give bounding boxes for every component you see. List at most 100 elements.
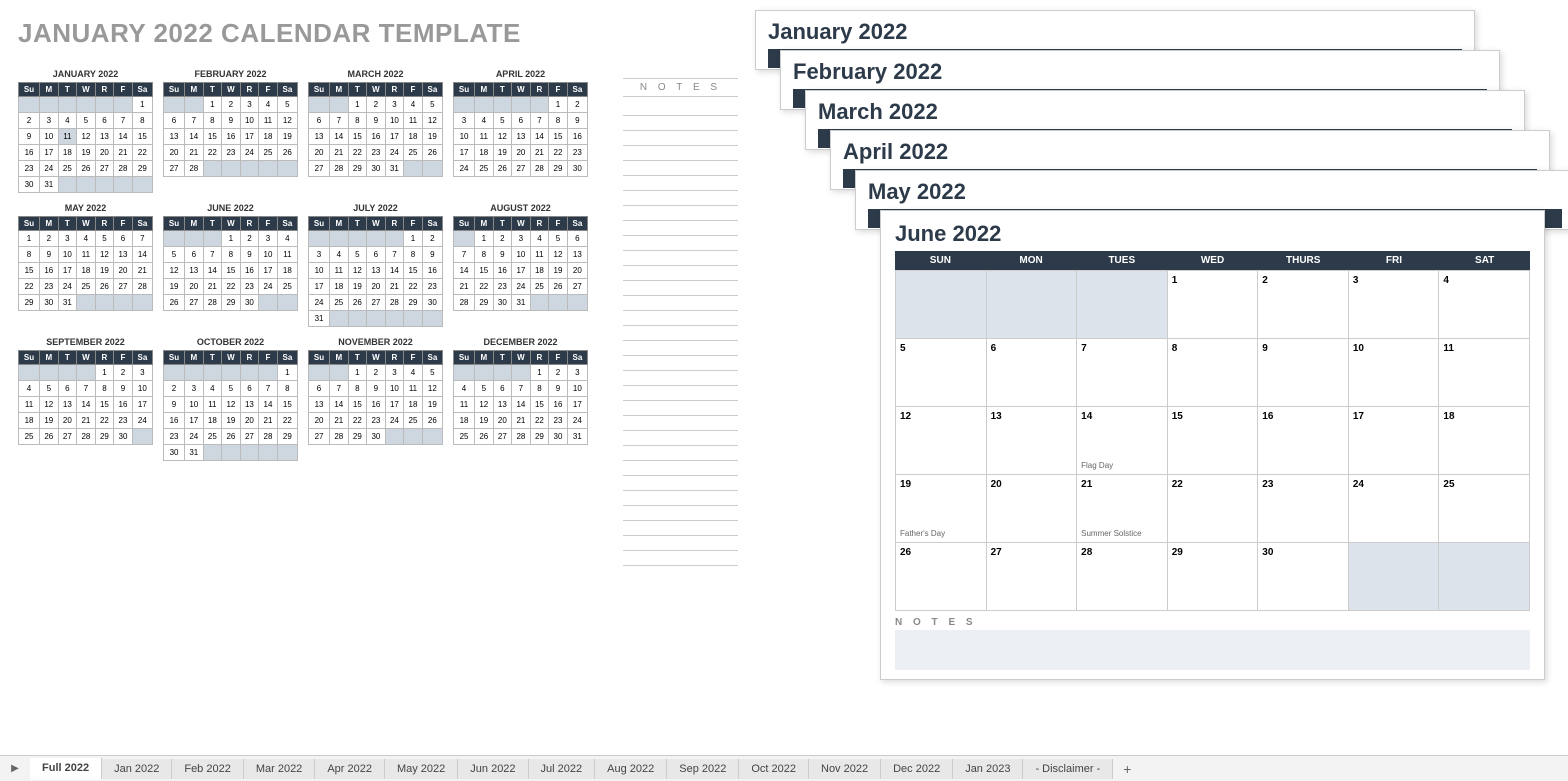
day-cell[interactable]: 14Flag Day [1077, 407, 1168, 475]
day-header: Sa [567, 217, 587, 231]
day-header: R [385, 351, 404, 365]
add-sheet-button[interactable]: + [1113, 757, 1141, 781]
note-line[interactable] [623, 416, 738, 431]
note-line[interactable] [623, 341, 738, 356]
sheet-tab[interactable]: Feb 2022 [172, 759, 243, 779]
sheet-tab[interactable]: Jan 2023 [953, 759, 1023, 779]
note-line[interactable] [623, 116, 738, 131]
sheet-tab[interactable]: Jul 2022 [529, 759, 596, 779]
note-line[interactable] [623, 236, 738, 251]
note-line[interactable] [623, 161, 738, 176]
note-line[interactable] [623, 521, 738, 536]
page-title: JANUARY 2022 CALENDAR TEMPLATE [18, 18, 738, 49]
note-line[interactable] [623, 506, 738, 521]
sheet-tab[interactable]: Jun 2022 [458, 759, 528, 779]
day-header: M [40, 351, 59, 365]
day-cell[interactable]: 9 [1258, 339, 1349, 407]
sheet-tab[interactable]: Aug 2022 [595, 759, 667, 779]
note-line[interactable] [623, 356, 738, 371]
sheet-tab[interactable]: May 2022 [385, 759, 458, 779]
sheet-tab[interactable]: Nov 2022 [809, 759, 881, 779]
day-cell[interactable]: 6 [987, 339, 1078, 407]
day-cell[interactable]: 22 [1168, 475, 1259, 543]
day-cell[interactable]: 16 [1258, 407, 1349, 475]
day-cell[interactable]: 5 [896, 339, 987, 407]
sheet-tab[interactable]: Dec 2022 [881, 759, 953, 779]
sheet-tab[interactable]: Apr 2022 [315, 759, 385, 779]
day-cell[interactable]: 1 [1168, 271, 1259, 339]
day-cell[interactable] [987, 271, 1078, 339]
day-cell[interactable]: 18 [1439, 407, 1530, 475]
sheet-tab[interactable]: Mar 2022 [244, 759, 315, 779]
day-cell[interactable]: 24 [1349, 475, 1440, 543]
note-line[interactable] [623, 536, 738, 551]
day-cell[interactable]: 17 [1349, 407, 1440, 475]
day-cell: 7 [530, 113, 549, 129]
day-header: THURS [1258, 251, 1349, 270]
note-line[interactable] [623, 296, 738, 311]
sheet-tab[interactable]: Sep 2022 [667, 759, 739, 779]
day-cell[interactable]: 19Father's Day [896, 475, 987, 543]
day-cell [114, 295, 133, 311]
sheet-tab[interactable]: Oct 2022 [739, 759, 809, 779]
day-cell[interactable]: 3 [1349, 271, 1440, 339]
day-cell[interactable]: 15 [1168, 407, 1259, 475]
note-line[interactable] [623, 206, 738, 221]
note-line[interactable] [623, 131, 738, 146]
day-cell[interactable]: 23 [1258, 475, 1349, 543]
note-line[interactable] [623, 491, 738, 506]
notes-area[interactable] [895, 630, 1530, 670]
day-cell[interactable]: 11 [1439, 339, 1530, 407]
note-line[interactable] [623, 386, 738, 401]
note-line[interactable] [623, 446, 738, 461]
month-page-title: May 2022 [868, 179, 1562, 205]
note-line[interactable] [623, 146, 738, 161]
note-line[interactable] [623, 311, 738, 326]
sheet-tabs: ▶ Full 2022Jan 2022Feb 2022Mar 2022Apr 2… [0, 755, 1568, 781]
day-cell[interactable] [1349, 543, 1440, 611]
note-line[interactable] [623, 551, 738, 566]
day-cell[interactable]: 27 [987, 543, 1078, 611]
sheet-tab[interactable]: - Disclaimer - [1023, 759, 1113, 779]
day-cell[interactable]: 2 [1258, 271, 1349, 339]
note-line[interactable] [623, 461, 738, 476]
day-cell[interactable]: 30 [1258, 543, 1349, 611]
day-cell[interactable]: 28 [1077, 543, 1168, 611]
day-cell[interactable]: 21Summer Solstice [1077, 475, 1168, 543]
day-cell[interactable] [1439, 543, 1530, 611]
note-line[interactable] [623, 281, 738, 296]
note-line[interactable] [623, 476, 738, 491]
sheet-tab[interactable]: Full 2022 [30, 758, 102, 780]
note-line[interactable] [623, 191, 738, 206]
day-cell[interactable]: 7 [1077, 339, 1168, 407]
day-cell[interactable] [1077, 271, 1168, 339]
day-cell: 3 [567, 365, 587, 381]
day-cell[interactable]: 20 [987, 475, 1078, 543]
sheet-tab[interactable]: Jan 2022 [102, 759, 172, 779]
day-cell[interactable] [896, 271, 987, 339]
tab-nav-prev-icon[interactable]: ▶ [0, 763, 30, 774]
mini-calendar-title: NOVEMBER 2022 [308, 337, 443, 347]
note-line[interactable] [623, 101, 738, 116]
day-cell: 15 [348, 397, 367, 413]
day-cell: 17 [512, 263, 531, 279]
note-line[interactable] [623, 371, 738, 386]
mini-calendar: MAY 2022SuMTWRFSa12345678910111213141516… [18, 203, 153, 327]
day-cell[interactable]: 26 [896, 543, 987, 611]
note-line[interactable] [623, 326, 738, 341]
day-cell[interactable]: 10 [1349, 339, 1440, 407]
day-header: T [203, 351, 222, 365]
day-cell[interactable]: 13 [987, 407, 1078, 475]
day-cell: 7 [203, 247, 222, 263]
note-line[interactable] [623, 176, 738, 191]
note-line[interactable] [623, 221, 738, 236]
day-cell[interactable]: 25 [1439, 475, 1530, 543]
note-line[interactable] [623, 431, 738, 446]
day-cell[interactable]: 29 [1168, 543, 1259, 611]
note-line[interactable] [623, 401, 738, 416]
day-cell[interactable]: 12 [896, 407, 987, 475]
note-line[interactable] [623, 266, 738, 281]
note-line[interactable] [623, 251, 738, 266]
day-cell[interactable]: 4 [1439, 271, 1530, 339]
day-cell[interactable]: 8 [1168, 339, 1259, 407]
